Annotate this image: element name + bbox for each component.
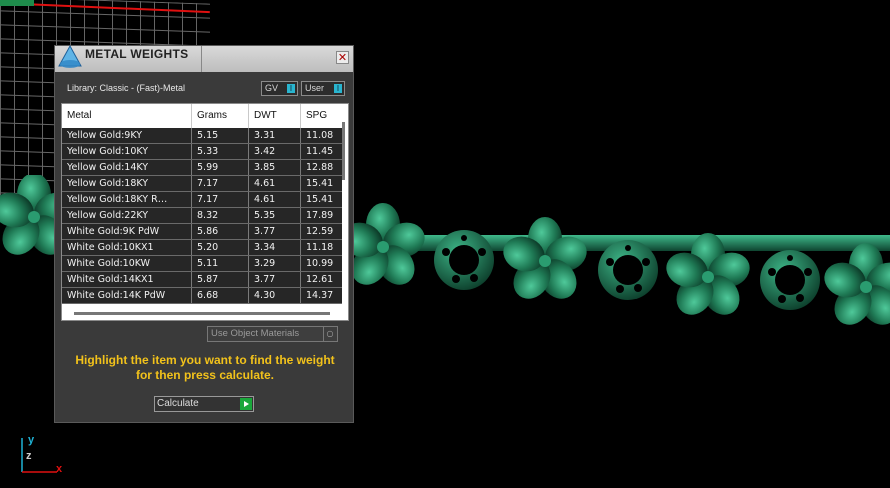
table-cell: 14.37	[306, 290, 334, 301]
table-cell: 5.87	[192, 272, 249, 287]
table-cell: Yellow Gold:18KY R…	[62, 192, 192, 207]
table-cell: 3.85	[249, 160, 301, 175]
grid-marker	[0, 0, 34, 6]
vertical-scrollbar[interactable]	[342, 122, 345, 180]
gv-toggle-label: GV	[265, 83, 279, 93]
table-cell: 12.59	[306, 226, 334, 237]
column-header-metal[interactable]: Metal	[62, 104, 192, 128]
close-button[interactable]: ✕	[336, 51, 349, 64]
table-cell: 11.18	[306, 242, 334, 253]
table-cell: 3.29	[249, 256, 301, 271]
column-header-grams[interactable]: Grams	[192, 104, 249, 128]
table-cell: Yellow Gold:14KY	[62, 160, 192, 175]
axis-label-z: z	[26, 450, 32, 462]
table-cell: Yellow Gold:9KY	[62, 128, 192, 143]
table-row[interactable]: Yellow Gold:18KY R… 7.17 4.61 15.41	[62, 192, 342, 208]
table-cell: 3.77	[249, 272, 301, 287]
table-cell: 5.33	[192, 144, 249, 159]
table-cell: Yellow Gold:10KY	[62, 144, 192, 159]
horizontal-scrollbar[interactable]	[74, 312, 330, 315]
table-cell: Yellow Gold:22KY	[62, 208, 192, 223]
table-cell: 6.68	[192, 288, 249, 303]
table-cell: White Gold:10KW	[62, 256, 192, 271]
metal-weights-dialog: METAL WEIGHTS ✕ Library: Classic - (Fast…	[54, 44, 354, 423]
use-object-materials-toggle[interactable]: Use Object Materials	[207, 326, 338, 342]
calculate-label: Calculate	[157, 398, 199, 409]
table-cell: 3.42	[249, 144, 301, 159]
table-cell: 5.86	[192, 224, 249, 239]
calculate-button[interactable]: Calculate	[154, 396, 254, 412]
axis-label-x: x	[56, 463, 63, 475]
table-cell: 3.31	[249, 128, 301, 143]
library-label: Library: Classic - (Fast)-Metal	[67, 83, 186, 93]
table-row[interactable]: Yellow Gold:9KY 5.15 3.31 11.08	[62, 128, 342, 144]
table-cell: 5.15	[192, 128, 249, 143]
metal-table[interactable]: Metal Grams DWT SPG Yellow Gold:9KY 5.15 3…	[61, 103, 349, 321]
user-toggle[interactable]: User I	[301, 81, 345, 96]
table-cell: 3.77	[249, 224, 301, 239]
axis-label-y: y	[28, 434, 35, 446]
table-cell: 11.45	[306, 146, 334, 157]
table-cell: 12.88	[306, 162, 334, 173]
axis-triad: y z x	[12, 432, 72, 482]
table-cell: White Gold:14KX1	[62, 272, 192, 287]
gv-toggle[interactable]: GV I	[261, 81, 298, 96]
table-cell: 4.30	[249, 288, 301, 303]
table-row[interactable]: White Gold:9K PdW 5.86 3.77 12.59	[62, 224, 342, 240]
table-body: Yellow Gold:9KY 5.15 3.31 11.08 Yellow Gold:…	[62, 128, 342, 304]
table-row[interactable]: White Gold:10KW 5.11 3.29 10.99	[62, 256, 342, 272]
user-toggle-label: User	[305, 83, 325, 93]
column-header-dwt[interactable]: DWT	[249, 104, 301, 128]
table-cell: 5.35	[249, 208, 301, 223]
table-cell: 15.41	[306, 178, 334, 189]
table-cell: White Gold:10KX1	[62, 240, 192, 255]
table-cell: White Gold:14K PdW	[62, 288, 192, 303]
radio-indicator-icon[interactable]: ○	[323, 327, 336, 341]
table-cell: 5.99	[192, 160, 249, 175]
toggle-indicator-icon: I	[334, 84, 342, 93]
table-cell: 17.89	[306, 210, 334, 221]
table-row[interactable]: Yellow Gold:10KY 5.33 3.42 11.45	[62, 144, 342, 160]
table-cell: 8.32	[192, 208, 249, 223]
titlebar-divider	[201, 46, 202, 72]
table-row[interactable]: White Gold:10KX1 5.20 3.34 11.18	[62, 240, 342, 256]
table-row[interactable]: Yellow Gold:14KY 5.99 3.85 12.88	[62, 160, 342, 176]
table-cell: 10.99	[306, 258, 334, 269]
table-cell: 5.11	[192, 256, 249, 271]
dialog-titlebar[interactable]: METAL WEIGHTS ✕	[55, 44, 353, 72]
toggle-indicator-icon: I	[287, 84, 295, 93]
table-cell: 4.61	[249, 192, 301, 207]
table-cell: 15.41	[306, 194, 334, 205]
table-cell: 4.61	[249, 176, 301, 191]
table-cell: 7.17	[192, 192, 249, 207]
table-cell: 12.61	[306, 274, 334, 285]
table-row[interactable]: Yellow Gold:18KY 7.17 4.61 15.41	[62, 176, 342, 192]
table-cell: 3.34	[249, 240, 301, 255]
table-header: Metal Grams DWT SPG	[62, 104, 342, 128]
instructions-text: Highlight the item you want to find the …	[75, 353, 335, 382]
dialog-title: METAL WEIGHTS	[85, 47, 189, 61]
play-arrow-icon	[240, 398, 252, 410]
table-row[interactable]: White Gold:14KX1 5.87 3.77 12.61	[62, 272, 342, 288]
column-header-spg[interactable]: SPG	[301, 104, 342, 128]
table-row[interactable]: White Gold:14K PdW 6.68 4.30 14.37	[62, 288, 342, 304]
use-object-materials-label: Use Object Materials	[211, 328, 300, 339]
table-cell: 7.17	[192, 176, 249, 191]
table-cell: 11.08	[306, 130, 334, 141]
table-cell: White Gold:9K PdW	[62, 224, 192, 239]
table-cell: 5.20	[192, 240, 249, 255]
table-cell: Yellow Gold:18KY	[62, 176, 192, 191]
table-row[interactable]: Yellow Gold:22KY 8.32 5.35 17.89	[62, 208, 342, 224]
close-icon: ✕	[337, 51, 348, 64]
rhino-gold-logo-icon	[58, 44, 82, 68]
